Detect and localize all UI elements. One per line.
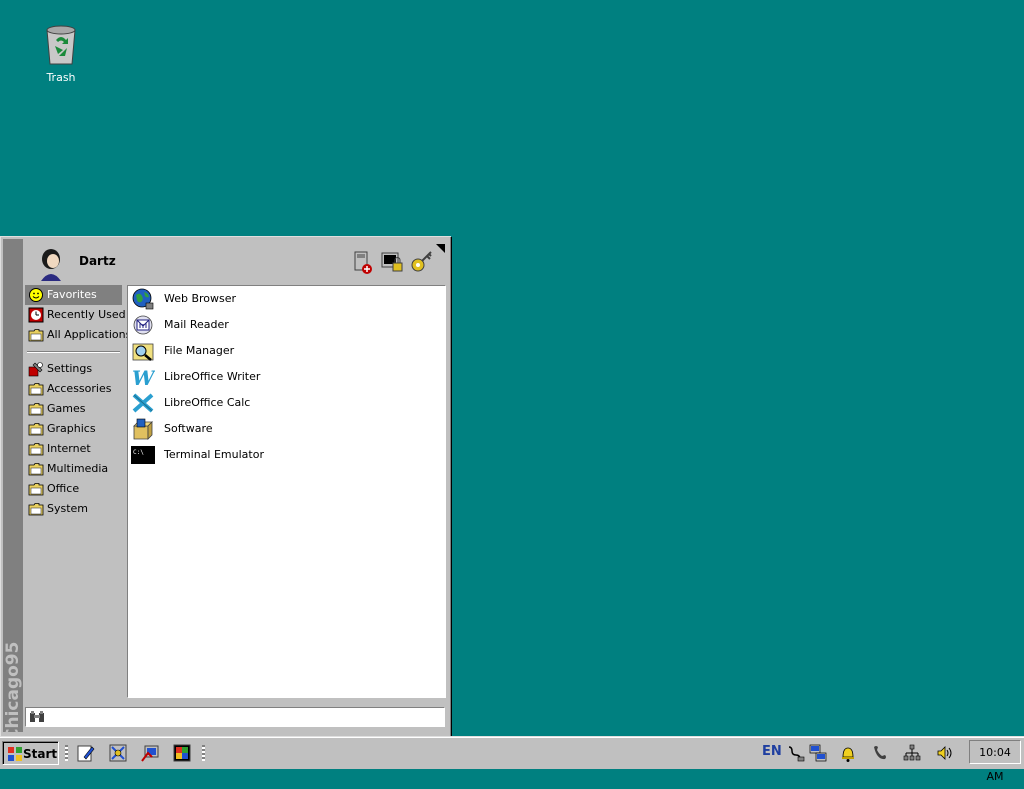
taskbar: Start EN 10:04 AM [0, 736, 1024, 783]
category-label: Accessories [47, 382, 112, 395]
user-name[interactable]: Dartz [79, 254, 116, 268]
user-avatar-icon [41, 249, 61, 281]
category-games[interactable]: Games [25, 399, 122, 419]
category-list: Favorites Recently Used All Applications [25, 285, 131, 519]
app-file-manager[interactable]: File Manager [128, 338, 445, 364]
search-input[interactable] [48, 709, 438, 723]
start-menu: Chicago95 Dartz Favorites Recently Used … [0, 236, 451, 741]
category-accessories[interactable]: Accessories [25, 379, 122, 399]
smiley-icon [29, 288, 43, 302]
system-settings-icon[interactable] [349, 249, 375, 275]
category-label: Internet [47, 442, 91, 455]
folder-icon [28, 383, 44, 396]
file-manager-icon [132, 343, 154, 361]
keyboard-language-indicator[interactable]: EN [762, 744, 782, 759]
category-internet[interactable]: Internet [25, 439, 122, 459]
category-graphics[interactable]: Graphics [25, 419, 122, 439]
volume-icon[interactable] [934, 743, 954, 763]
app-libreoffice-writer[interactable]: W LibreOffice Writer [128, 364, 445, 390]
terminal-icon: C:\ [131, 446, 155, 464]
category-label: Multimedia [47, 462, 109, 475]
phone-icon[interactable] [870, 743, 890, 763]
network-browser-icon[interactable] [140, 743, 160, 763]
app-label: Terminal Emulator [164, 448, 264, 461]
network-tree-icon[interactable] [902, 743, 922, 763]
recent-clock-icon [28, 307, 44, 323]
trash-label: Trash [46, 71, 76, 84]
category-recently-used[interactable]: Recently Used [25, 305, 126, 325]
category-all-applications[interactable]: All Applications [25, 325, 131, 345]
taskbar-grip[interactable] [202, 745, 205, 761]
category-label: Office [47, 482, 80, 495]
category-multimedia[interactable]: Multimedia [25, 459, 122, 479]
category-system[interactable]: System [25, 499, 122, 519]
log-out-icon[interactable] [409, 249, 435, 275]
mail-reader-icon [133, 315, 153, 335]
category-separator [27, 351, 120, 353]
app-label: LibreOffice Calc [164, 396, 251, 409]
app-label: LibreOffice Writer [164, 370, 261, 383]
app-mail-reader[interactable]: Mail Reader [128, 312, 445, 338]
category-label: Graphics [47, 422, 96, 435]
svg-text:C:\: C:\ [133, 449, 144, 456]
menu-side-banner: Chicago95 [3, 239, 23, 741]
folder-icon [28, 423, 44, 436]
bell-icon[interactable] [838, 743, 858, 763]
system-clock[interactable]: 10:04 AM [969, 740, 1021, 783]
menu-corner-arrow-icon [436, 244, 445, 253]
trash-icon [46, 25, 76, 65]
app-web-browser[interactable]: Web Browser [128, 286, 445, 312]
edit-icon[interactable] [76, 743, 96, 763]
app-label: Web Browser [164, 292, 237, 305]
binoculars-icon [30, 711, 44, 722]
folder-icon [28, 443, 44, 456]
app-terminal-emulator[interactable]: C:\ Terminal Emulator [128, 442, 445, 468]
category-label: Settings [47, 362, 93, 375]
folder-icon [28, 403, 44, 416]
desktop-icon-trash[interactable]: Trash [28, 22, 94, 84]
app-label: Mail Reader [164, 318, 229, 331]
menu-side-label: Chicago95 [3, 641, 23, 741]
connection-icon[interactable] [786, 743, 806, 763]
software-icon [133, 418, 153, 440]
category-settings[interactable]: Settings [25, 359, 122, 379]
search-box[interactable] [25, 707, 445, 727]
calc-icon [132, 393, 154, 413]
windows-logo-icon [8, 747, 22, 761]
category-label: Recently Used [47, 308, 126, 321]
start-button[interactable]: Start [2, 741, 59, 765]
settings-grid-icon[interactable] [108, 743, 128, 763]
app-libreoffice-calc[interactable]: LibreOffice Calc [128, 390, 445, 416]
app-label: Software [164, 422, 213, 435]
category-label: Favorites [47, 288, 97, 301]
app-software[interactable]: Software [128, 416, 445, 442]
writer-icon: W [132, 366, 155, 389]
quick-launch-grip[interactable] [65, 745, 68, 761]
category-favorites[interactable]: Favorites [25, 285, 122, 305]
svg-text:W: W [132, 366, 155, 389]
app-label: File Manager [164, 344, 235, 357]
category-office[interactable]: Office [25, 479, 122, 499]
network-monitor-icon[interactable] [808, 743, 828, 763]
web-browser-icon [132, 288, 154, 310]
image-viewer-icon[interactable] [172, 743, 192, 763]
folder-icon [28, 463, 44, 476]
application-list: Web Browser Mail Reader File Manager W L… [127, 285, 446, 698]
folder-icon [28, 503, 44, 516]
settings-icon [28, 362, 43, 377]
category-label: Games [47, 402, 86, 415]
category-label: System [47, 502, 89, 515]
lock-screen-icon[interactable] [379, 249, 405, 275]
folder-icon [28, 483, 44, 496]
start-label: Start [23, 747, 58, 761]
menu-top-tools [349, 249, 435, 275]
folder-icon [28, 329, 44, 342]
category-label: All Applications [47, 328, 132, 341]
